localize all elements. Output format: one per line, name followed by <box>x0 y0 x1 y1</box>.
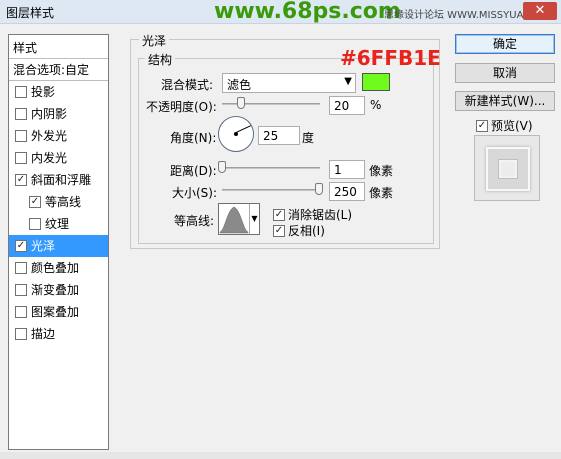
distance-slider-thumb[interactable] <box>218 161 226 173</box>
style-item-stroke[interactable]: 描边 <box>9 323 108 345</box>
blend-mode-label: 混合模式: <box>161 78 214 92</box>
size-unit: 像素 <box>369 186 394 200</box>
contour-picker[interactable]: ▼ <box>218 203 260 235</box>
distance-label: 距离(D): <box>170 164 217 178</box>
style-item-satin[interactable]: ✓ 光泽 <box>9 235 108 257</box>
check-icon[interactable]: ✓ <box>29 196 41 208</box>
style-item-label: 等高线 <box>45 195 82 209</box>
contour-curve-icon <box>219 206 249 234</box>
chevron-down-icon: ▼ <box>344 76 352 87</box>
check-icon[interactable]: ✓ <box>15 174 27 186</box>
check-icon[interactable]: ✓ <box>476 119 488 132</box>
watermark-text: www.68ps.com <box>214 0 401 24</box>
angle-dial[interactable] <box>218 116 254 152</box>
style-item-inner-glow[interactable]: 内发光 <box>9 147 108 169</box>
new-style-button[interactable]: 新建样式(W)... <box>455 91 555 111</box>
angle-input[interactable]: 25 <box>258 126 300 145</box>
size-slider-track[interactable] <box>222 189 320 191</box>
checkbox-icon[interactable] <box>29 218 41 230</box>
checkbox-icon[interactable] <box>15 306 27 318</box>
angle-dial-center <box>234 132 238 136</box>
check-icon[interactable]: ✓ <box>15 240 27 252</box>
color-annotation: #6FFB1E <box>340 46 441 70</box>
style-item-bevel-emboss[interactable]: ✓ 斜面和浮雕 <box>9 169 108 191</box>
antialias-checkbox[interactable]: ✓ 消除锯齿(L) <box>273 206 352 223</box>
opacity-slider-thumb[interactable] <box>237 97 245 109</box>
color-swatch[interactable] <box>362 73 390 91</box>
ok-button[interactable]: 确定 <box>455 34 555 54</box>
size-input[interactable]: 250 <box>329 182 365 201</box>
blend-mode-select[interactable]: 滤色 ▼ <box>222 73 356 93</box>
distance-slider-track[interactable] <box>222 167 320 169</box>
invert-label: 反相(I) <box>288 224 325 238</box>
style-item-label: 纹理 <box>45 217 70 231</box>
style-item-label: 斜面和浮雕 <box>31 173 92 187</box>
style-item-label: 投影 <box>31 85 56 99</box>
check-icon[interactable]: ✓ <box>273 208 285 221</box>
distance-unit: 像素 <box>369 164 394 178</box>
style-item-label: 图案叠加 <box>31 305 80 319</box>
angle-dial-hand <box>236 125 251 133</box>
invert-checkbox[interactable]: ✓ 反相(I) <box>273 222 325 239</box>
style-item-label: 内发光 <box>31 151 68 165</box>
check-icon[interactable]: ✓ <box>273 224 285 237</box>
style-item-label: 光泽 <box>31 239 56 253</box>
checkbox-icon[interactable] <box>15 284 27 296</box>
angle-label: 角度(N): <box>170 131 217 145</box>
style-item-label: 外发光 <box>31 129 68 143</box>
antialias-label: 消除锯齿(L) <box>288 208 353 222</box>
style-list-header[interactable]: 样式 <box>9 35 108 59</box>
title-bar: 图层样式 www.68ps.com 思缘设计论坛 WWW.MISSYUAN.CO… <box>0 0 561 24</box>
window-title: 图层样式 <box>6 6 55 20</box>
cancel-button[interactable]: 取消 <box>455 63 555 83</box>
preview-outer-square <box>486 147 530 191</box>
size-label: 大小(S): <box>172 186 218 200</box>
style-preview-thumbnail <box>474 135 540 201</box>
blend-options-item[interactable]: 混合选项:自定 <box>9 59 108 81</box>
chevron-down-icon: ▼ <box>249 204 259 234</box>
style-item-gradient-overlay[interactable]: 渐变叠加 <box>9 279 108 301</box>
opacity-label: 不透明度(O): <box>146 100 217 114</box>
window-bottom-edge <box>0 452 561 459</box>
style-item-label: 内阴影 <box>31 107 68 121</box>
preview-inner-square <box>498 159 518 179</box>
preview-checkbox[interactable]: ✓ 预览(V) <box>476 117 533 134</box>
checkbox-icon[interactable] <box>15 328 27 340</box>
style-item-texture[interactable]: 纹理 <box>9 213 108 235</box>
preview-label: 预览(V) <box>491 119 533 133</box>
style-item-label: 描边 <box>31 327 56 341</box>
style-item-contour[interactable]: ✓ 等高线 <box>9 191 108 213</box>
style-item-inner-shadow[interactable]: 内阴影 <box>9 103 108 125</box>
blend-mode-value: 滤色 <box>227 78 252 92</box>
angle-unit: 度 <box>302 131 315 145</box>
distance-input[interactable]: 1 <box>329 160 365 179</box>
contour-label: 等高线: <box>174 214 215 228</box>
checkbox-icon[interactable] <box>15 108 27 120</box>
style-item-color-overlay[interactable]: 颜色叠加 <box>9 257 108 279</box>
opacity-unit: % <box>370 98 382 112</box>
style-item-drop-shadow[interactable]: 投影 <box>9 81 108 103</box>
checkbox-icon[interactable] <box>15 262 27 274</box>
style-list: 样式 混合选项:自定 投影 内阴影 外发光 内发光 ✓ 斜面和浮雕 ✓ 等高线 … <box>8 34 109 450</box>
close-button[interactable]: ✕ <box>523 2 557 20</box>
opacity-input[interactable]: 20 <box>329 96 365 115</box>
checkbox-icon[interactable] <box>15 86 27 98</box>
style-item-pattern-overlay[interactable]: 图案叠加 <box>9 301 108 323</box>
satin-group-title: 光泽 <box>139 32 170 49</box>
style-item-label: 渐变叠加 <box>31 283 80 297</box>
style-item-outer-glow[interactable]: 外发光 <box>9 125 108 147</box>
checkbox-icon[interactable] <box>15 130 27 142</box>
structure-group-title: 结构 <box>145 51 176 68</box>
style-item-label: 颜色叠加 <box>31 261 80 275</box>
checkbox-icon[interactable] <box>15 152 27 164</box>
size-slider-thumb[interactable] <box>315 183 323 195</box>
